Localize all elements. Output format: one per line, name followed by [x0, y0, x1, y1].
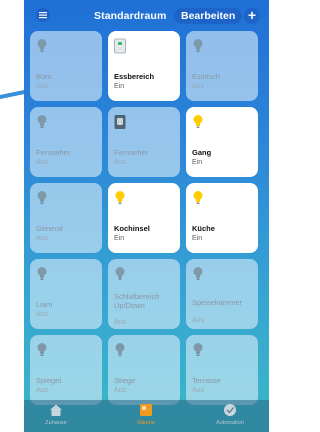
bulb-icon: [193, 191, 203, 204]
accessory-tile[interactable]: Terrasse Aus: [186, 335, 258, 405]
bulb-icon: [37, 191, 47, 204]
accessory-grid: Büro Aus Essbereich Ein Esstisch Aus Fernseher…: [30, 31, 262, 405]
accessory-status: Ein: [114, 83, 125, 90]
accessory-tile[interactable]: Fernseher Aus: [108, 107, 180, 177]
bulb-icon: [37, 39, 47, 52]
accessory-status: Aus: [114, 387, 127, 394]
edit-button[interactable]: Bearbeiten: [174, 8, 243, 24]
accessory-name: Liam: [36, 300, 53, 309]
tab-automation[interactable]: Automation: [200, 403, 260, 426]
accessory-status: Aus: [114, 319, 127, 326]
rooms-icon: [140, 404, 152, 416]
accessory-tile[interactable]: Küche Ein: [186, 183, 258, 253]
accessory-status: Aus: [36, 159, 49, 166]
list-icon: [39, 12, 47, 19]
tab-bar: Zuhause Räume Automation: [24, 400, 269, 432]
accessory-status: Aus: [36, 311, 49, 318]
accessory-name: Büro: [36, 72, 52, 81]
accessory-name: Spiegel: [36, 376, 62, 385]
accessory-tile[interactable]: Büro Aus: [30, 31, 102, 101]
home-icon: [50, 404, 62, 416]
automation-icon: [224, 404, 236, 416]
accessory-name: Kochinsel: [114, 224, 150, 233]
tab-home[interactable]: Zuhause: [26, 403, 86, 426]
accessory-name: Fernseher: [114, 148, 149, 157]
accessory-status: Aus: [192, 317, 205, 324]
accessory-name: Küche: [192, 224, 215, 233]
accessory-name: Essbereich: [114, 72, 155, 81]
accessory-tile[interactable]: Esstisch Aus: [186, 31, 258, 101]
accessory-tile[interactable]: Fernseher Aus: [30, 107, 102, 177]
list-button[interactable]: [36, 8, 50, 22]
accessory-status: Ein: [192, 235, 203, 242]
accessory-name: Stiege: [114, 376, 136, 385]
accessory-status: Aus: [36, 83, 49, 90]
accessory-tile[interactable]: Spiegel Aus: [30, 335, 102, 405]
accessory-status: Aus: [192, 387, 205, 394]
accessory-status: Ein: [114, 235, 125, 242]
bulb-icon: [115, 191, 125, 204]
accessory-status: Aus: [36, 235, 49, 242]
accessory-tile[interactable]: Gang Ein: [186, 107, 258, 177]
bulb-icon: [193, 343, 203, 356]
accessory-status: Aus: [114, 159, 127, 166]
accessory-tile[interactable]: General Aus: [30, 183, 102, 253]
accessory-status: Aus: [192, 83, 205, 90]
bulb-icon: [37, 267, 47, 280]
accessory-name: Speisekammer: [192, 298, 243, 307]
tab-rooms-label: Räume: [137, 420, 155, 426]
switch-icon: [114, 38, 126, 54]
accessory-tile[interactable]: Speisekammer Aus: [186, 259, 258, 329]
accessory-status: Aus: [36, 387, 49, 394]
tab-rooms[interactable]: Räume: [116, 403, 176, 426]
bulb-icon: [193, 267, 203, 280]
accessory-name: Gang: [192, 148, 212, 157]
accessory-tile[interactable]: Kochinsel Ein: [108, 183, 180, 253]
bulb-icon: [115, 267, 125, 280]
bulb-icon: [193, 39, 203, 52]
home-app-screen: Standardraum Bearbeiten + Büro Aus Essbere…: [24, 0, 269, 432]
bulb-icon: [37, 343, 47, 356]
accessory-tile[interactable]: Essbereich Ein: [108, 31, 180, 101]
accessory-tile[interactable]: Stiege Aus: [108, 335, 180, 405]
accessory-name: Fernseher: [36, 148, 71, 157]
accessory-tile[interactable]: Schlafbereich Up/Down Aus: [108, 259, 180, 329]
bulb-icon: [37, 115, 47, 128]
bulb-icon: [115, 343, 125, 356]
accessory-name: General: [36, 224, 63, 233]
outlet-icon: [114, 115, 126, 129]
bulb-icon: [193, 115, 203, 128]
accessory-name: Terrasse: [192, 376, 221, 385]
accessory-name: Schlafbereich Up/Down: [114, 292, 160, 310]
accessory-status: Ein: [192, 159, 203, 166]
accessory-tile[interactable]: Liam Aus: [30, 259, 102, 329]
tab-automation-label: Automation: [216, 420, 244, 426]
add-button[interactable]: +: [244, 8, 260, 24]
room-title: Standardraum: [94, 10, 167, 22]
tab-home-label: Zuhause: [45, 420, 67, 426]
accessory-name: Esstisch: [192, 72, 220, 81]
top-bar: Standardraum Bearbeiten +: [24, 0, 269, 30]
